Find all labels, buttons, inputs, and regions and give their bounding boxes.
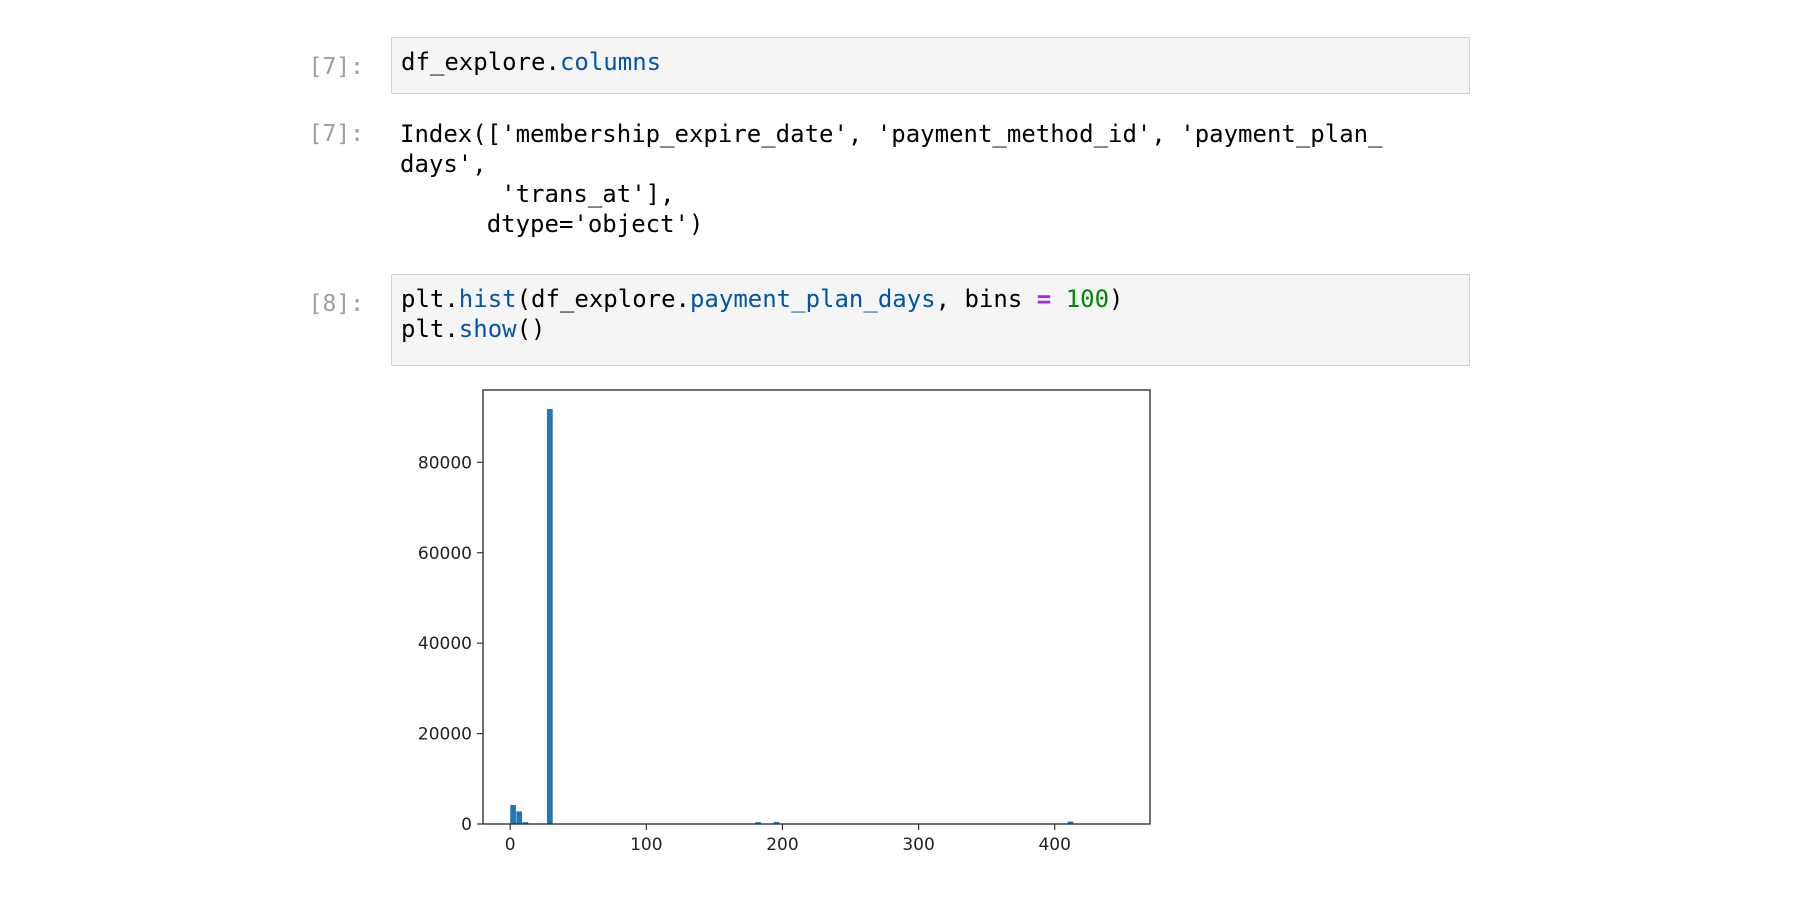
code-token: plt. — [401, 285, 459, 313]
cell-7-output-text: Index(['membership_expire_date', 'paymen… — [400, 120, 1383, 238]
code-token: columns — [559, 48, 662, 76]
histogram-bar — [546, 408, 553, 824]
x-tick-label: 0 — [505, 835, 516, 855]
code-token: payment_plan_days — [689, 285, 936, 313]
x-tick-label: 300 — [902, 835, 934, 855]
cell-8-input-prompt: [8]: — [308, 291, 364, 317]
code-token: plt. — [401, 315, 459, 343]
code-token: ) — [1109, 285, 1124, 313]
code-token: (df_explore. — [516, 285, 690, 313]
cell-7-output-prompt: [7]: — [308, 121, 364, 147]
code-token: , bins — [935, 285, 1037, 313]
y-tick-label: 60000 — [418, 544, 472, 564]
histogram-plot: 0 100 200 300 400 0 20000 40000 60000 80000 — [418, 389, 1151, 855]
cell-8-code[interactable]: plt.hist(df_explore.payment_plan_days, b… — [401, 284, 1460, 344]
y-tick-label: 80000 — [418, 453, 472, 473]
y-tick-label: 40000 — [418, 634, 472, 654]
cell-7-code[interactable]: df_explore.columns — [401, 47, 1460, 77]
cell-7-input-prompt: [7]: — [308, 54, 364, 80]
code-token: hist — [458, 285, 517, 313]
cell-7-code-input[interactable]: df_explore.columns — [391, 37, 1470, 94]
y-tick-label: 0 — [461, 815, 472, 835]
histogram-bar — [510, 805, 516, 824]
code-token: df_explore. — [401, 48, 560, 76]
x-tick-label: 100 — [630, 835, 662, 855]
plot-frame — [482, 389, 1151, 825]
cell-8-code-input[interactable]: plt.hist(df_explore.payment_plan_days, b… — [391, 274, 1470, 366]
code-token: show — [458, 315, 517, 343]
code-token: () — [516, 315, 546, 343]
code-token: = — [1036, 285, 1052, 313]
x-tick-label: 400 — [1038, 835, 1070, 855]
x-tick-label: 200 — [766, 835, 798, 855]
histogram-bar — [516, 811, 523, 824]
y-tick-label: 20000 — [418, 725, 472, 745]
code-token: 100 — [1065, 285, 1110, 313]
